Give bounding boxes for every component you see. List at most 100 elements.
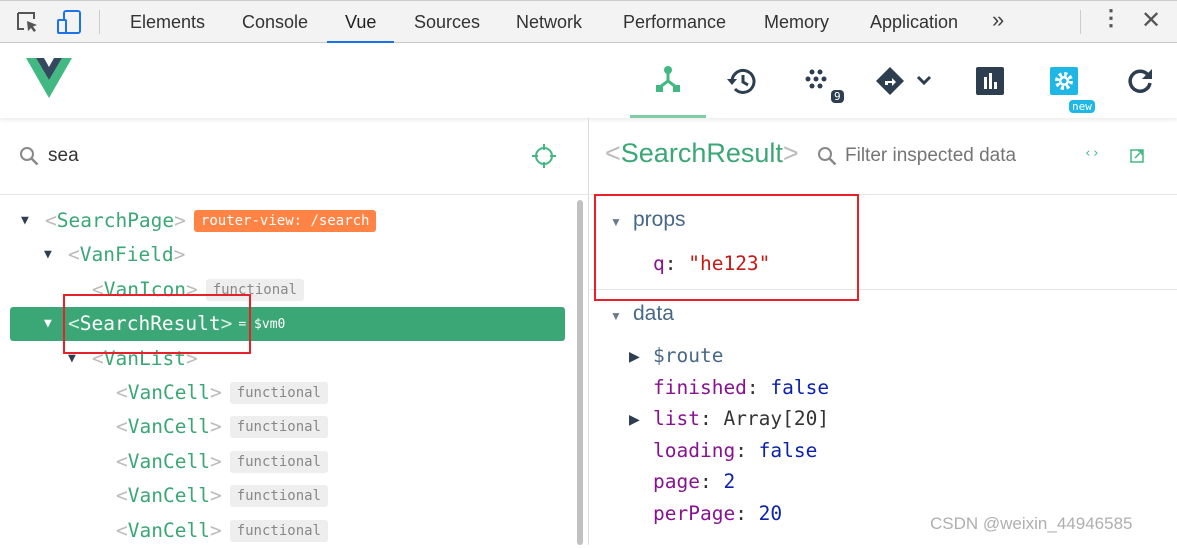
- angle-bracket: <: [45, 209, 57, 232]
- tab-network[interactable]: Network: [514, 1, 584, 43]
- tree-node[interactable]: ▼ <SearchPage> router-view: /search: [10, 204, 565, 238]
- search-icon: [818, 147, 837, 166]
- tree-node[interactable]: <VanCell> functional: [10, 410, 565, 444]
- data-row: loading: false: [653, 438, 818, 462]
- data-key: page: [653, 470, 700, 494]
- select-component-crosshair-icon[interactable]: [532, 144, 556, 168]
- router-icon: [876, 66, 932, 95]
- device-toolbar-icon[interactable]: [56, 9, 82, 35]
- data-key: perPage: [653, 502, 736, 525]
- divider: [1080, 10, 1081, 34]
- component-name: VanCell: [127, 449, 210, 473]
- tab-application[interactable]: Application: [868, 1, 960, 43]
- tree-scrollbar[interactable]: [577, 200, 583, 545]
- component-name: VanCell: [127, 484, 210, 508]
- data-row[interactable]: list: Array[20]: [653, 407, 829, 430]
- component-name: VanField: [79, 243, 174, 267]
- kebab-menu-icon[interactable]: ⋮: [1100, 5, 1122, 31]
- expand-arrow-icon[interactable]: ▶: [629, 411, 640, 428]
- search-icon: [20, 147, 39, 166]
- tab-performance[interactable]: Performance: [621, 1, 728, 43]
- inspect-element-icon[interactable]: [16, 11, 40, 33]
- angle-bracket: >: [174, 209, 186, 232]
- component-name: VanCell: [127, 518, 210, 542]
- settings-tab[interactable]: new: [1026, 43, 1102, 118]
- data-key: $route: [653, 344, 724, 367]
- functional-badge: functional: [229, 485, 328, 508]
- annotation-box: [594, 194, 859, 301]
- expand-arrow-icon[interactable]: ▼: [44, 238, 52, 272]
- open-in-editor-icon[interactable]: [1130, 149, 1144, 163]
- performance-tab[interactable]: [952, 43, 1028, 118]
- data-row: page: 2: [653, 470, 736, 494]
- data-row: perPage: 20: [653, 502, 783, 525]
- functional-badge: functional: [229, 382, 328, 404]
- tree-node[interactable]: <VanCell> functional: [10, 479, 565, 513]
- more-tabs-icon[interactable]: »: [992, 7, 1004, 33]
- data-key: finished: [653, 375, 747, 399]
- angle-bracket: <: [116, 518, 128, 542]
- tree-node[interactable]: <VanCell> functional: [10, 376, 565, 410]
- devtools-tab-bar: Elements Console Vue Sources Network Performa…: [0, 0, 1177, 43]
- data-value: false: [758, 438, 818, 462]
- refresh-icon: [1128, 68, 1152, 93]
- refresh-button[interactable]: [1102, 43, 1177, 118]
- history-icon: [727, 68, 756, 94]
- watermark: CSDN @weixin_44946585: [930, 514, 1133, 533]
- functional-badge: functional: [229, 519, 328, 542]
- component-name: VanCell: [127, 415, 210, 439]
- expand-arrow-icon[interactable]: ▼: [21, 204, 29, 238]
- router-view-badge: router-view: /search: [193, 210, 377, 232]
- angle-bracket: <: [116, 381, 128, 404]
- events-tab[interactable]: 9: [780, 43, 856, 118]
- tree-node[interactable]: ▼ <VanField>: [10, 238, 565, 272]
- filter-inspected-data-input[interactable]: [845, 140, 1065, 172]
- expand-arrow-icon[interactable]: ▶: [629, 348, 640, 365]
- angle-bracket: <: [116, 484, 128, 508]
- data-row[interactable]: $route: [653, 344, 723, 367]
- vue-toolbar: 9 new: [0, 43, 1177, 118]
- expand-arrow-icon[interactable]: ▼: [44, 307, 52, 341]
- angle-bracket: <: [68, 243, 80, 267]
- tab-console[interactable]: Console: [240, 1, 310, 43]
- data-value: Array[20]: [723, 407, 830, 431]
- tab-memory[interactable]: Memory: [762, 1, 831, 43]
- angle-bracket: >: [209, 518, 222, 542]
- component-search-input[interactable]: [48, 140, 468, 172]
- data-row: finished: false: [653, 375, 830, 399]
- divider: [99, 10, 100, 34]
- new-badge: new: [1069, 100, 1095, 113]
- annotation-box: [63, 294, 251, 354]
- events-count-badge: 9: [831, 90, 844, 103]
- events-icon: [805, 69, 827, 88]
- settings-icon: [1050, 66, 1078, 95]
- angle-bracket: >: [209, 381, 222, 404]
- tree-node[interactable]: <VanCell> functional: [10, 445, 565, 479]
- close-icon[interactable]: ✕: [1141, 6, 1161, 35]
- vue-logo: [26, 58, 72, 98]
- data-key: list: [653, 407, 700, 431]
- collapse-arrow-icon[interactable]: ▼: [610, 309, 622, 323]
- data-key: loading: [653, 438, 736, 462]
- component-name: SearchPage: [56, 209, 175, 232]
- angle-bracket: >: [209, 484, 222, 508]
- functional-badge: functional: [229, 416, 328, 439]
- angle-bracket: <: [116, 415, 128, 439]
- inspect-dom-icon[interactable]: ‹›: [1084, 146, 1100, 161]
- tree-search-bar: [0, 118, 588, 195]
- data-value: 2: [723, 470, 736, 494]
- inspector-header: <SearchResult> ‹›: [590, 118, 1177, 195]
- data-value: 20: [758, 502, 783, 525]
- components-tab[interactable]: [630, 43, 706, 118]
- router-tab[interactable]: [860, 43, 950, 118]
- tab-sources[interactable]: Sources: [412, 1, 482, 43]
- tab-vue[interactable]: Vue: [326, 1, 395, 43]
- tab-elements[interactable]: Elements: [128, 1, 207, 43]
- inspected-component-title: <SearchResult>: [605, 138, 799, 168]
- angle-bracket: >: [209, 449, 222, 473]
- component-name: VanCell: [127, 381, 210, 404]
- data-section-label[interactable]: data: [633, 302, 674, 326]
- tree-node[interactable]: <VanCell> functional: [10, 514, 565, 548]
- timeline-tab[interactable]: [704, 43, 780, 118]
- components-icon: [656, 66, 680, 92]
